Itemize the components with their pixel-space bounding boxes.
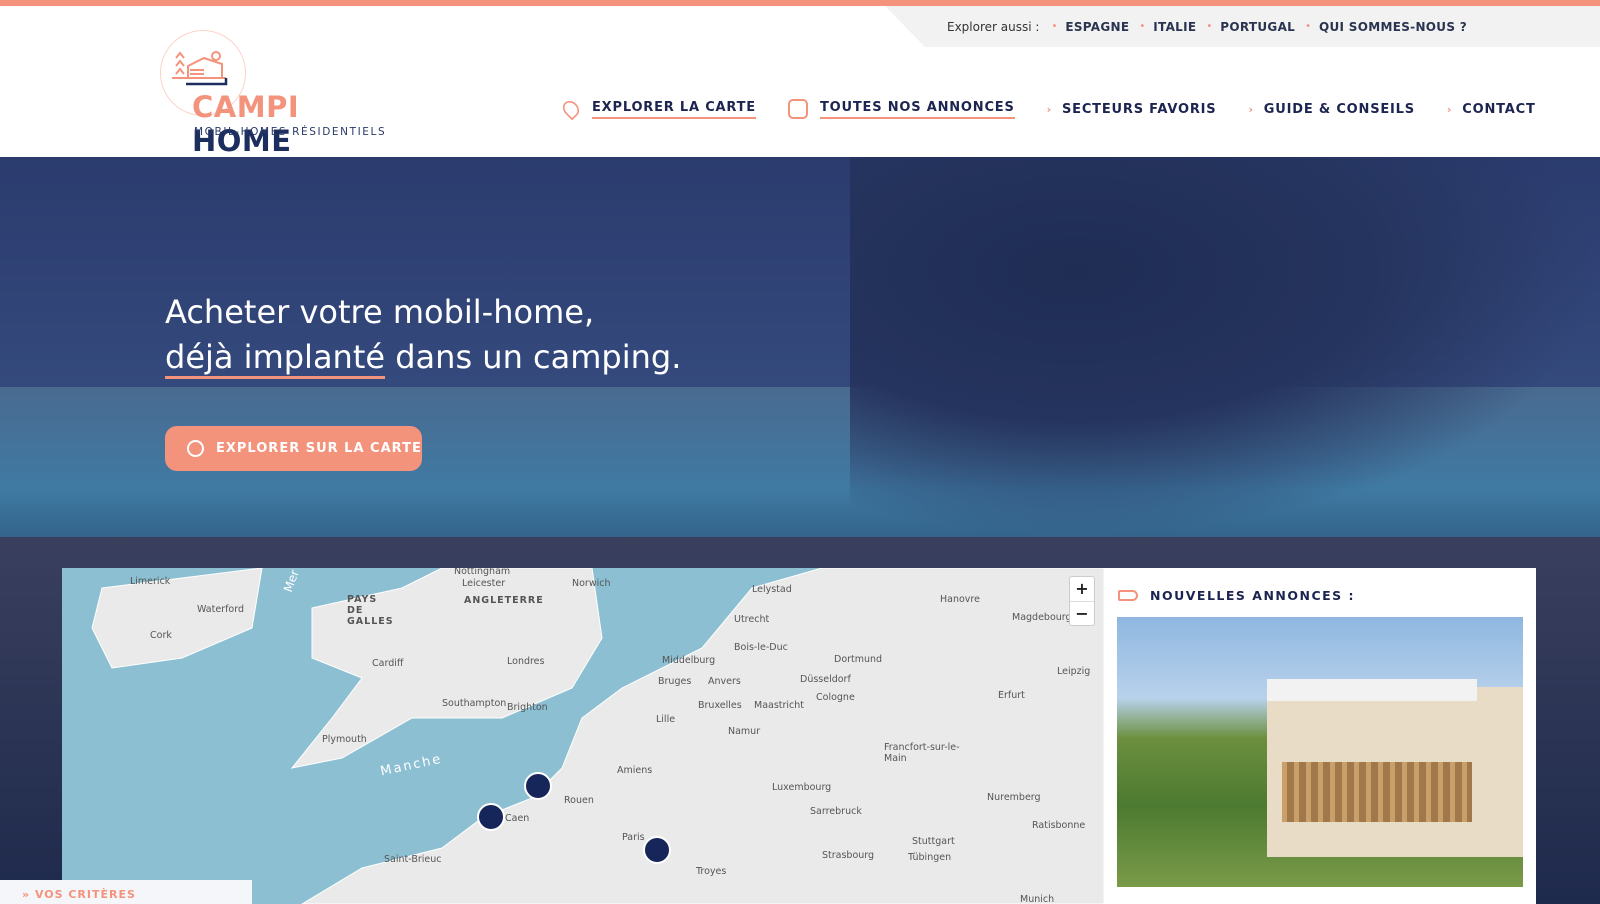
map-label: Leicester xyxy=(462,578,506,589)
search-icon xyxy=(187,440,204,457)
map-label: Amiens xyxy=(617,765,653,776)
logo[interactable]: CAMPI HOME MOBIL-HOMES RÉSIDENTIELS xyxy=(160,30,400,158)
chevron-right-icon: › xyxy=(1446,102,1453,116)
map-label: Middelburg xyxy=(662,655,716,666)
map-label: Londres xyxy=(507,656,545,667)
listing-photo[interactable] xyxy=(1117,617,1523,887)
map-label: Saint-Brieuc xyxy=(384,854,442,865)
chevron-right-icon: › xyxy=(1046,102,1052,116)
bullet-icon: • xyxy=(1051,21,1058,32)
map-label: Lille xyxy=(656,714,676,725)
map-label: Cardiff xyxy=(372,658,404,669)
map-label: Dortmund xyxy=(834,654,883,665)
map-label: Caen xyxy=(505,813,530,824)
bullet-icon: • xyxy=(1305,21,1312,32)
panel-title: NOUVELLES ANNONCES : xyxy=(1150,588,1356,603)
map-pin-icon xyxy=(559,97,583,121)
explore-label: Explorer aussi : xyxy=(947,19,1040,34)
zoom-out-button[interactable]: − xyxy=(1070,602,1094,626)
map-label: Utrecht xyxy=(734,614,770,625)
map-label: Maastricht xyxy=(754,700,805,711)
map-label: Limerick xyxy=(130,576,171,587)
map-label: Cologne xyxy=(816,692,855,703)
map-label: Leipzig xyxy=(1057,666,1091,677)
map-label: Paris xyxy=(622,832,645,843)
map-label: Plymouth xyxy=(322,734,367,745)
map-label: Bruges xyxy=(658,676,692,687)
accent-bar xyxy=(0,0,1600,6)
listings-icon xyxy=(787,99,808,119)
new-listings-panel: NOUVELLES ANNONCES : xyxy=(1104,568,1536,904)
map-label: Magdebourg xyxy=(1012,612,1072,623)
explore-also-bar: Explorer aussi : • ESPAGNE • ITALIE • PORTU… xyxy=(885,6,1600,47)
map-label: Anvers xyxy=(708,676,741,687)
map-label: Munich xyxy=(1020,894,1055,904)
map-label: Sarrebruck xyxy=(810,806,862,817)
map-label: Hanovre xyxy=(940,594,980,605)
map-label: Stuttgart xyxy=(912,836,955,847)
double-chevron-icon: » xyxy=(22,888,35,901)
map-label: Waterford xyxy=(197,604,245,615)
bullet-icon: • xyxy=(1139,21,1146,32)
photo-roof xyxy=(1267,679,1477,701)
explore-map-button[interactable]: EXPLORER SUR LA CARTE xyxy=(165,426,422,471)
map-label: Lelystad xyxy=(752,584,792,595)
link-portugal[interactable]: PORTUGAL xyxy=(1220,20,1295,34)
nav-guide-conseils[interactable]: › GUIDE & CONSEILS xyxy=(1248,102,1414,117)
map[interactable]: Limerick Waterford Cork PAYS DE GALLES C… xyxy=(62,568,1104,904)
chevron-right-icon: › xyxy=(1248,102,1254,116)
link-italie[interactable]: ITALIE xyxy=(1153,20,1196,34)
map-label: Rouen xyxy=(564,795,594,806)
map-label: Norwich xyxy=(572,578,611,589)
map-label: Nottingham xyxy=(454,568,511,577)
logo-wordmark: CAMPI HOME xyxy=(192,90,300,158)
nav-secteurs-favoris[interactable]: › SECTEURS FAVORIS xyxy=(1047,102,1217,117)
map-label: PAYS DE GALLES xyxy=(347,594,394,627)
map-label: Bois-le-Duc xyxy=(734,642,788,653)
map-label: Luxembourg xyxy=(772,782,832,793)
logo-camp-icon xyxy=(172,51,228,86)
map-marker[interactable] xyxy=(643,836,671,864)
map-label: Tübingen xyxy=(908,852,952,863)
map-label: Ratisbonne xyxy=(1032,820,1086,831)
hero-palms xyxy=(850,157,1600,537)
main-nav: EXPLORER LA CARTE TOUTES NOS ANNONCES › S… xyxy=(559,97,1568,121)
zoom-in-button[interactable]: + xyxy=(1070,577,1094,602)
map-label: Nuremberg xyxy=(987,792,1041,803)
map-label: Brighton xyxy=(507,702,548,713)
nav-toutes-annonces[interactable]: TOUTES NOS ANNONCES xyxy=(787,99,1015,119)
nav-contact[interactable]: › CONTACT xyxy=(1447,102,1536,117)
map-marker[interactable] xyxy=(524,772,552,800)
map-label: Düsseldorf xyxy=(800,674,851,685)
map-label: Cork xyxy=(150,630,172,641)
map-label: Namur xyxy=(728,726,761,737)
bullet-icon: • xyxy=(1206,21,1213,32)
map-label: Troyes xyxy=(696,866,727,877)
link-espagne[interactable]: ESPAGNE xyxy=(1065,20,1129,34)
map-label: Erfurt xyxy=(998,690,1025,701)
tag-icon xyxy=(1118,590,1138,601)
map-label: Southampton xyxy=(442,698,507,709)
map-marker[interactable] xyxy=(477,803,505,831)
map-label: Francfort-sur-le-Main xyxy=(884,742,960,764)
criteria-toggle[interactable]: » VOS CRITÈRES xyxy=(0,880,252,904)
nav-explorer-carte[interactable]: EXPLORER LA CARTE xyxy=(559,97,756,121)
map-zoom-control: + − xyxy=(1069,576,1095,626)
link-about[interactable]: QUI SOMMES-NOUS ? xyxy=(1319,20,1467,34)
logo-tagline: MOBIL-HOMES RÉSIDENTIELS xyxy=(194,126,387,138)
photo-deck xyxy=(1282,762,1472,822)
map-label: Bruxelles xyxy=(698,700,742,711)
map-label: ANGLETERRE xyxy=(464,595,544,606)
hero-title: Acheter votre mobil-home, déjà implanté … xyxy=(165,290,681,380)
map-label: Strasbourg xyxy=(822,850,875,861)
